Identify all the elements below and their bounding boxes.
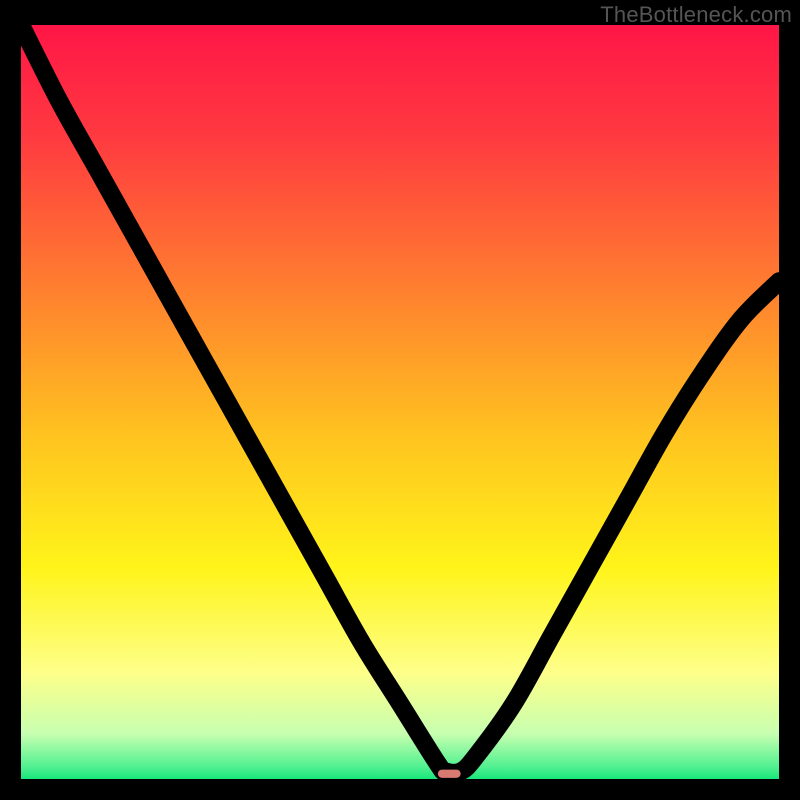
optimum-marker	[438, 770, 461, 778]
plot-background	[21, 25, 779, 779]
chart-container: TheBottleneck.com	[0, 0, 800, 800]
bottleneck-plot	[21, 25, 779, 779]
plot-frame	[21, 25, 779, 779]
watermark-text: TheBottleneck.com	[600, 2, 792, 28]
